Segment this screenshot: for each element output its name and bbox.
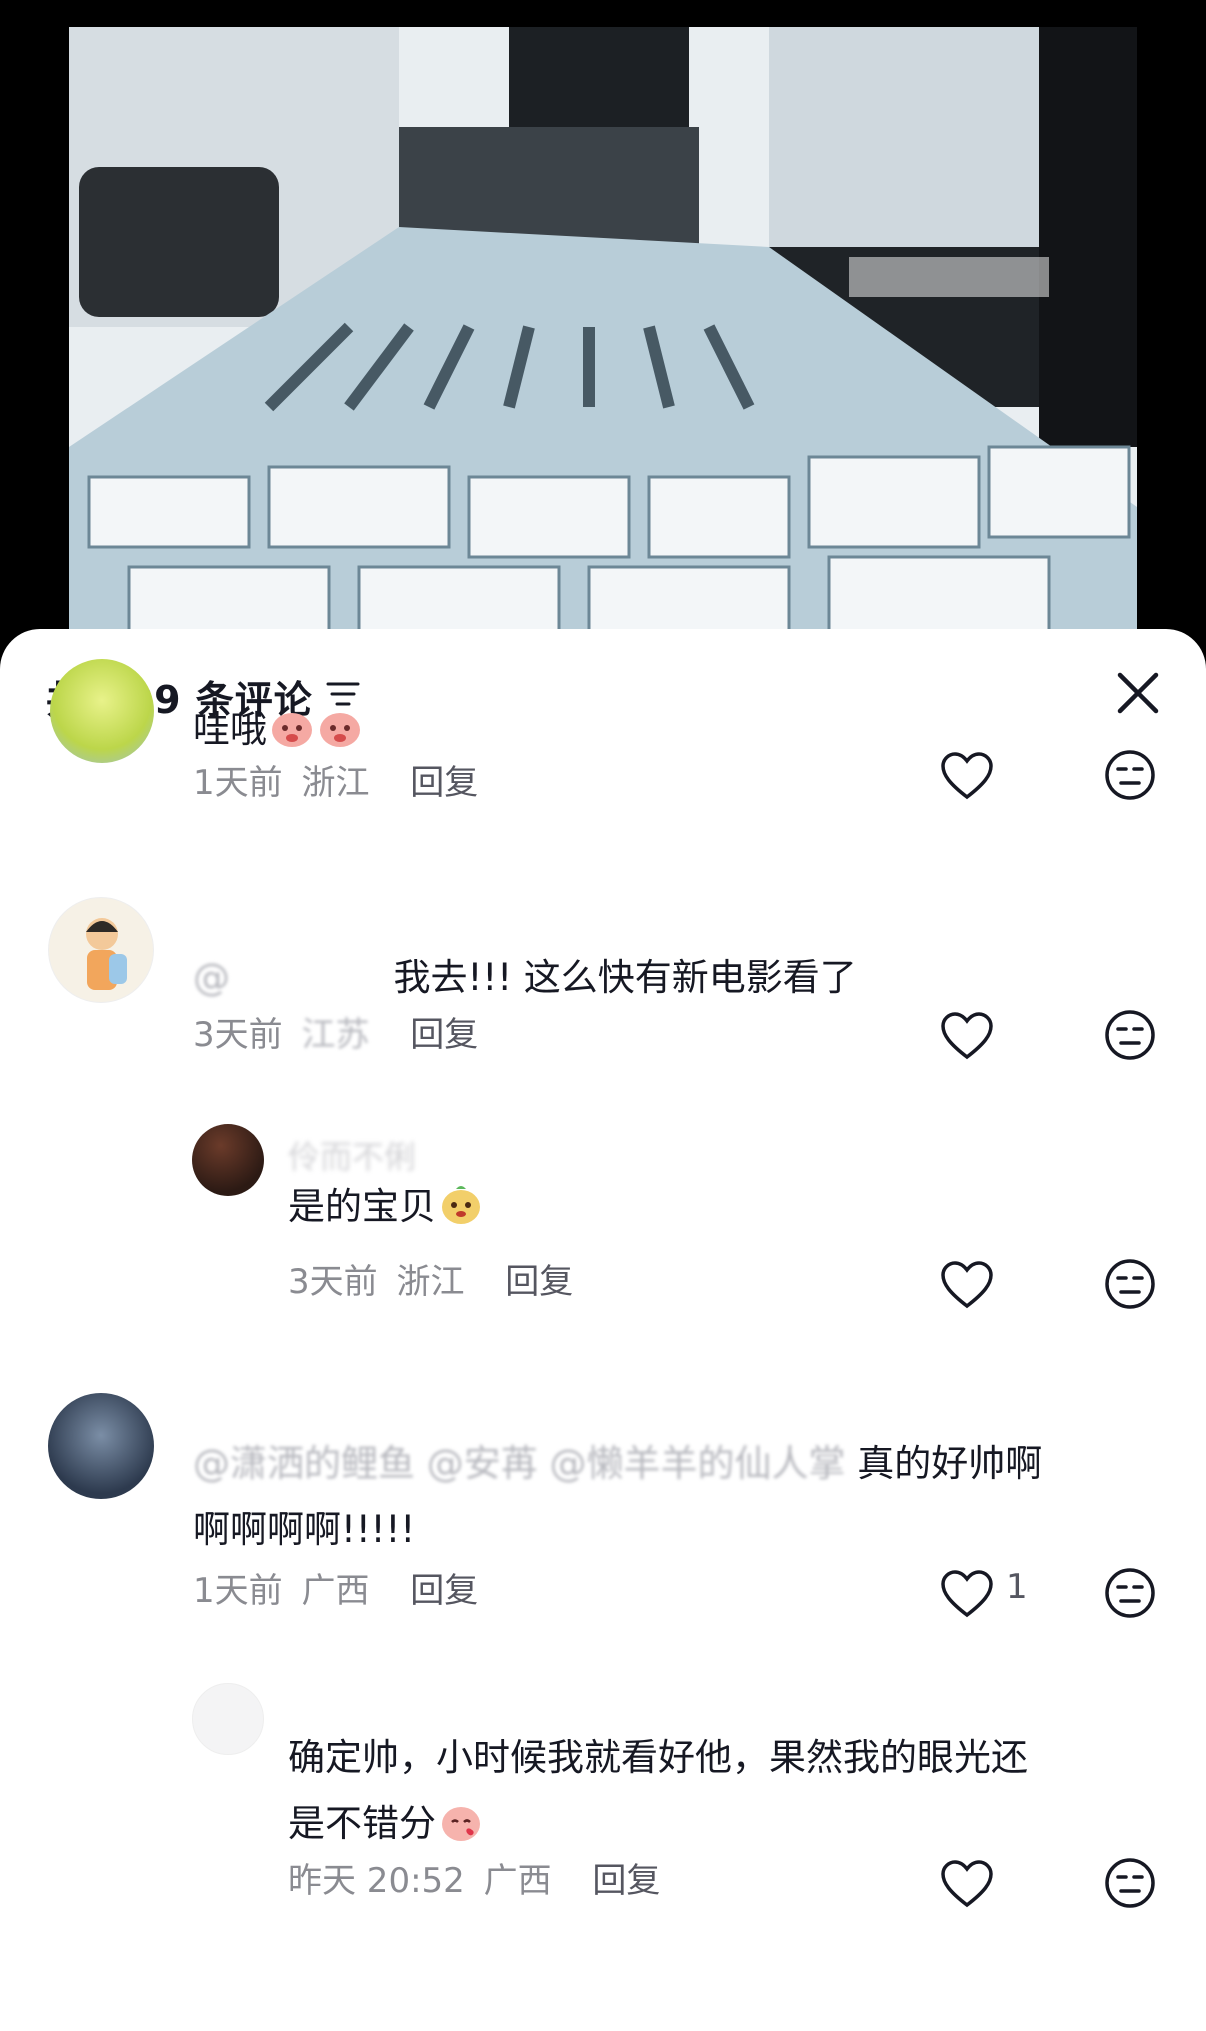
meh-face-icon[interactable] bbox=[1104, 1258, 1156, 1310]
comment-time: 3天前 bbox=[193, 1015, 283, 1055]
avatar[interactable] bbox=[48, 1393, 154, 1499]
comment-time: 昨天 20:52 bbox=[288, 1861, 465, 1901]
reply-button[interactable]: 回复 bbox=[505, 1262, 573, 1302]
comment-text: 是的宝贝 bbox=[288, 1174, 484, 1240]
like-icon[interactable] bbox=[940, 1011, 994, 1061]
like-icon[interactable] bbox=[940, 1859, 994, 1909]
avatar[interactable] bbox=[192, 1683, 264, 1755]
comment-meta: 昨天 20:52 广西 回复 bbox=[288, 1853, 660, 1902]
like-icon[interactable] bbox=[940, 751, 994, 801]
reply-button[interactable]: 回复 bbox=[592, 1861, 660, 1901]
comment-body: 确定帅，小时候我就看好他，果然我的眼光还 bbox=[288, 1736, 1028, 1779]
meh-face-icon[interactable] bbox=[1104, 1567, 1156, 1619]
peach-emoji bbox=[320, 713, 360, 747]
potato-emoji bbox=[442, 1186, 480, 1224]
comment-meta: 1天前 广西 回复 bbox=[193, 1563, 478, 1612]
comment-location: 广西 bbox=[301, 1571, 370, 1611]
comment-body: 我去!!! 这么快有新电影看了 bbox=[393, 956, 857, 999]
comment-location: 广西 bbox=[483, 1861, 552, 1901]
avatar-illustration bbox=[86, 918, 127, 990]
comment-text: @潇洒的鲤鱼 @安苒 @懒羊羊的仙人掌 真的好帅啊 啊啊啊啊!!!!! bbox=[193, 1431, 1163, 1563]
comment-mention[interactable]: @潇洒的鲤鱼 @安苒 @懒羊羊的仙人掌 bbox=[193, 1442, 846, 1485]
comment-location: 浙江 bbox=[301, 763, 370, 803]
reply-button[interactable]: 回复 bbox=[410, 1015, 478, 1055]
meh-face-icon[interactable] bbox=[1104, 749, 1156, 801]
comment-body: 哇哦 bbox=[193, 708, 267, 751]
comment-text: 确定帅，小时候我就看好他，果然我的眼光还 是不错分 bbox=[288, 1725, 1168, 1857]
comment-location: 江苏 bbox=[301, 1015, 370, 1055]
comment-meta: 3天前 浙江 回复 bbox=[288, 1254, 573, 1303]
like-icon[interactable] bbox=[940, 1569, 994, 1619]
comment-time: 1天前 bbox=[193, 763, 283, 803]
peach-kiss-emoji bbox=[442, 1807, 480, 1841]
comment-username[interactable]: 伶而不俐 bbox=[288, 1132, 416, 1178]
comment-body-continued: 是不错分 bbox=[288, 1802, 436, 1845]
reply-button[interactable]: 回复 bbox=[410, 763, 478, 803]
video-preview[interactable] bbox=[69, 27, 1137, 667]
reply-button[interactable]: 回复 bbox=[410, 1571, 478, 1611]
avatar[interactable] bbox=[48, 897, 154, 1003]
avatar[interactable] bbox=[50, 659, 154, 763]
video-frame-image bbox=[69, 27, 1137, 667]
comment-time: 3天前 bbox=[288, 1262, 378, 1302]
comment-meta: 1天前 浙江 回复 bbox=[193, 755, 478, 804]
like-icon[interactable] bbox=[940, 1260, 994, 1310]
comment-sheet-header: 共 809 条评论 bbox=[0, 629, 1206, 759]
meh-face-icon[interactable] bbox=[1104, 1857, 1156, 1909]
meh-face-icon[interactable] bbox=[1104, 1009, 1156, 1061]
comment-time: 1天前 bbox=[193, 1571, 283, 1611]
close-icon[interactable] bbox=[1114, 669, 1162, 717]
comment-body-continued: 啊啊啊啊!!!!! bbox=[193, 1508, 416, 1551]
comment-meta: 3天前 江苏 回复 bbox=[193, 1007, 478, 1056]
comment-sheet: 共 809 条评论 哇哦 1天前 浙江 回复 @ 我去!!! 这么快有新电影看了… bbox=[0, 629, 1206, 2031]
comment-text: 哇哦 bbox=[193, 697, 363, 763]
like-count: 1 bbox=[1006, 1567, 1028, 1607]
comment-text: @ 我去!!! 这么快有新电影看了 bbox=[193, 945, 857, 1011]
comment-location: 浙江 bbox=[396, 1262, 465, 1302]
peach-emoji bbox=[272, 713, 312, 747]
comment-body: 是的宝贝 bbox=[288, 1185, 436, 1228]
avatar[interactable] bbox=[192, 1124, 264, 1196]
comment-body: 真的好帅啊 bbox=[857, 1442, 1043, 1485]
comment-mention[interactable]: @ bbox=[193, 956, 230, 999]
